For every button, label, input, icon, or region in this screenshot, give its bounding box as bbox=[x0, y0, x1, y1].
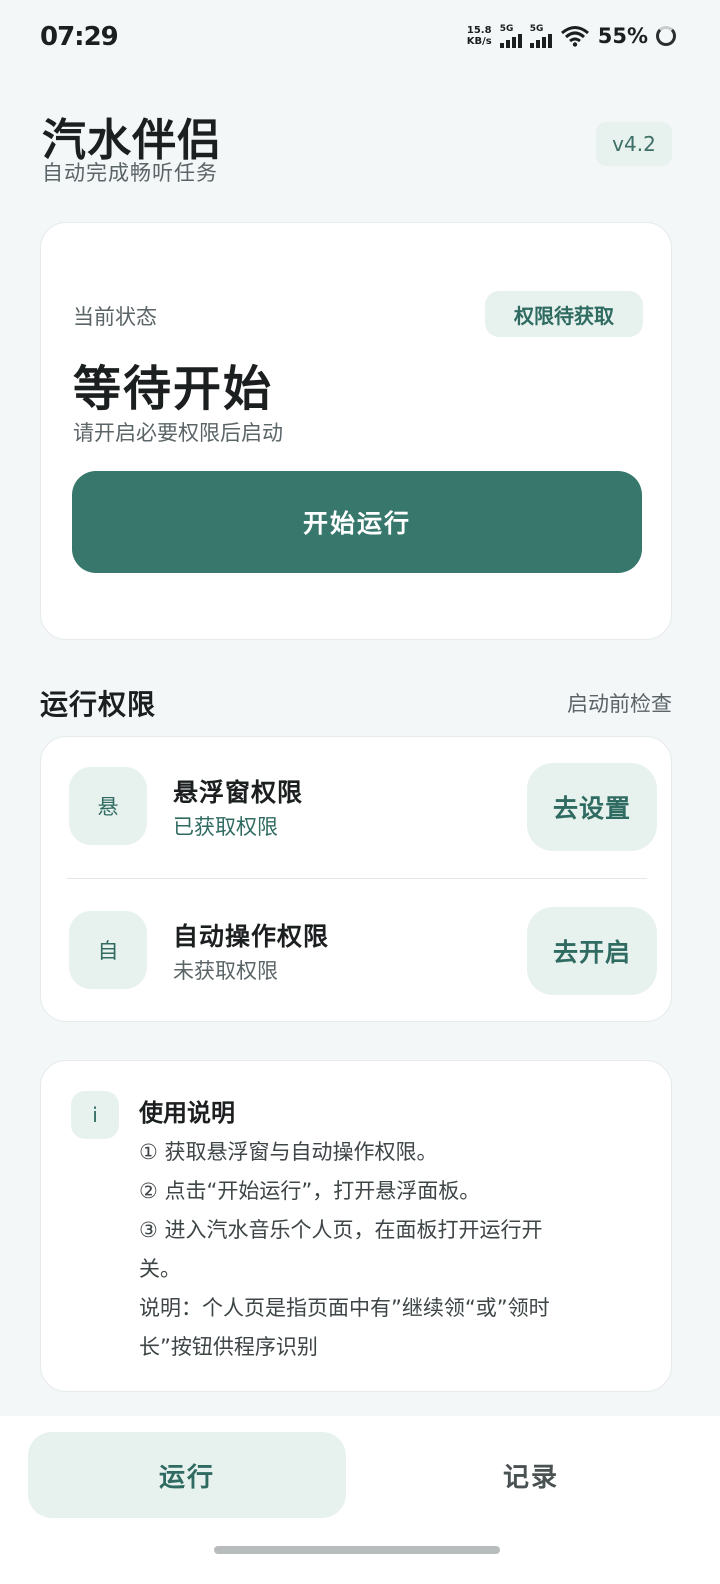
battery-percent: 55% bbox=[597, 24, 648, 48]
instruction-line: 说明：个人页是指页面中有”继续领“或”领时 bbox=[139, 1296, 550, 1320]
permissions-section-title: 运行权限 bbox=[40, 688, 157, 721]
bottom-nav: 运行 记录 bbox=[0, 1416, 720, 1584]
info-icon: i bbox=[71, 1091, 119, 1139]
go-settings-button[interactable]: 去设置 bbox=[527, 763, 657, 851]
permission-row-overlay: 悬 悬浮窗权限 已获取权限 去设置 bbox=[41, 737, 673, 877]
permission-state: 已获取权限 bbox=[173, 815, 278, 839]
permission-name: 悬浮窗权限 bbox=[173, 778, 304, 807]
permissions-card: 悬 悬浮窗权限 已获取权限 去设置 自 自动操作权限 未获取权限 去开启 bbox=[40, 736, 672, 1022]
instructions-card: i 使用说明 ① 获取悬浮窗与自动操作权限。 ② 点击“开始运行”，打开悬浮面板… bbox=[40, 1060, 672, 1392]
instruction-line: ② 点击“开始运行”，打开悬浮面板。 bbox=[139, 1179, 481, 1203]
signal-label: 5G bbox=[499, 24, 514, 34]
permission-row-accessibility: 自 自动操作权限 未获取权限 去开启 bbox=[41, 881, 673, 1021]
status-icons: 15.8 KB/s 5G 5G 55% bbox=[467, 24, 676, 48]
status-hint: 请开启必要权限后启动 bbox=[73, 421, 283, 445]
status-bar: 07:29 15.8 KB/s 5G 5G 55% bbox=[0, 0, 720, 80]
network-speed-value: 15.8 bbox=[466, 25, 492, 36]
signal-icon: 5G bbox=[499, 24, 522, 48]
current-status: 等待开始 bbox=[73, 361, 274, 417]
overlay-permission-icon: 悬 bbox=[69, 767, 147, 845]
signal-label: 5G bbox=[529, 24, 544, 34]
battery-icon bbox=[656, 26, 676, 46]
permission-status-badge: 权限待获取 bbox=[485, 291, 643, 337]
enable-permission-button[interactable]: 去开启 bbox=[527, 907, 657, 995]
nav-tab-run[interactable]: 运行 bbox=[28, 1432, 346, 1518]
home-indicator[interactable] bbox=[214, 1546, 500, 1554]
app-subtitle: 自动完成畅听任务 bbox=[42, 161, 218, 185]
network-speed: 15.8 KB/s bbox=[467, 25, 492, 47]
pre-start-check-label: 启动前检查 bbox=[567, 692, 672, 716]
start-button[interactable]: 开始运行 bbox=[72, 471, 642, 573]
divider bbox=[67, 878, 647, 879]
status-time: 07:29 bbox=[40, 22, 119, 52]
instructions-text: ① 获取悬浮窗与自动操作权限。 ② 点击“开始运行”，打开悬浮面板。 ③ 进入汽… bbox=[139, 1133, 647, 1367]
network-speed-unit: KB/s bbox=[466, 36, 492, 47]
instruction-line: ③ 进入汽水音乐个人页，在面板打开运行开 bbox=[139, 1218, 543, 1242]
instruction-line: ① 获取悬浮窗与自动操作权限。 bbox=[139, 1140, 438, 1164]
instructions-title: 使用说明 bbox=[139, 1099, 235, 1127]
permission-state: 未获取权限 bbox=[173, 959, 278, 983]
status-card: 当前状态 权限待获取 等待开始 请开启必要权限后启动 开始运行 bbox=[40, 222, 672, 640]
instruction-line: 长”按钮供程序识别 bbox=[139, 1335, 318, 1359]
version-badge: v4.2 bbox=[596, 122, 672, 166]
accessibility-permission-icon: 自 bbox=[69, 911, 147, 989]
nav-tab-log[interactable]: 记录 bbox=[372, 1432, 690, 1518]
signal-icon: 5G bbox=[529, 24, 552, 48]
wifi-icon bbox=[560, 25, 590, 47]
permission-name: 自动操作权限 bbox=[173, 922, 330, 951]
instruction-line: 关。 bbox=[139, 1257, 181, 1281]
status-label: 当前状态 bbox=[73, 305, 157, 329]
